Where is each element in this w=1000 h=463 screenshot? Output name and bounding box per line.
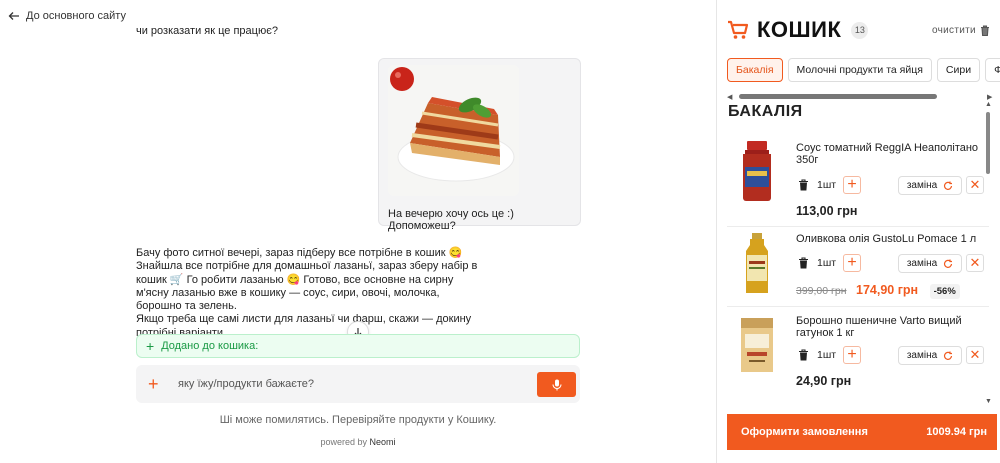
increase-button[interactable]: + (843, 176, 862, 194)
sale-price: 174,90 грн (856, 283, 919, 297)
old-price: 399,00 грн (796, 285, 847, 297)
quantity-stepper: 1шт + (796, 253, 862, 273)
powered-prefix: powered by (320, 437, 367, 447)
replace-button[interactable]: заміна (898, 176, 962, 195)
replace-button[interactable]: заміна (898, 254, 962, 273)
tab-dairy[interactable]: Молочні продукти та яйця (787, 58, 932, 82)
tab-bakaliia[interactable]: Бакалія (727, 58, 783, 82)
replace-label: заміна (906, 258, 938, 269)
added-notice-label: Додано до кошика: (161, 340, 259, 352)
chat-panel: До основного сайту чи розказати як це пр… (0, 0, 716, 463)
plus-icon: + (146, 338, 155, 354)
cart-count-badge: 13 (851, 21, 869, 39)
added-to-cart-notice[interactable]: + Додано до кошика: (136, 334, 580, 358)
clear-cart-button[interactable]: очистити (932, 25, 990, 36)
scroll-left-icon[interactable]: ◀ (727, 93, 732, 101)
remove-item-button[interactable]: ✕ (966, 176, 984, 194)
trash-icon[interactable] (796, 178, 810, 192)
cart-icon (728, 20, 749, 39)
bot-message-text: Бачу фото ситної вечері, зараз підберу в… (136, 247, 478, 339)
remove-item-button[interactable]: ✕ (966, 346, 984, 364)
increase-button[interactable]: + (843, 346, 862, 364)
powered-by: powered by Neomi (0, 437, 716, 447)
product-price: 113,00 грн (796, 204, 858, 218)
user-message-text: На вечерю хочу ось це :) Допоможеш? (388, 208, 514, 232)
powered-brand[interactable]: Neomi (370, 437, 396, 447)
product-name: Оливкова олія GustoLu Pomace 1 л (796, 233, 977, 245)
mic-icon (551, 379, 562, 390)
category-tabs: Бакалія Молочні продукти та яйця Сири Фр… (727, 58, 1000, 84)
disclaimer: Ші може помилятись. Перевіряйте продукти… (219, 414, 497, 426)
cart-panel: КОШИК 13 очистити Бакалія Молочні продук… (716, 0, 1000, 463)
checkout-label: Оформити замовлення (741, 426, 868, 438)
quantity-value: 1шт (817, 257, 837, 269)
discount-badge: -56% (929, 284, 960, 299)
mic-button[interactable] (537, 372, 576, 397)
increase-button[interactable]: + (843, 254, 862, 272)
trash-icon[interactable] (796, 256, 810, 270)
back-link-label: До основного сайту (26, 10, 126, 22)
category-title: БАКАЛІЯ (728, 103, 803, 120)
scrollbar-thumb[interactable] (739, 94, 937, 99)
tab-fruits[interactable]: Фрукти (985, 58, 1000, 82)
order-total: 1009.94 грн (926, 426, 987, 438)
divider (727, 226, 989, 227)
cart-header: КОШИК 13 (727, 17, 869, 43)
cart-title: КОШИК (757, 17, 842, 42)
bot-message: Бачу фото ситної вечері, зараз підберу в… (136, 247, 481, 340)
product-name: Соус томатний ReggIA Неаполітано 350г (796, 142, 979, 166)
checkout-button[interactable]: Оформити замовлення 1009.94 грн (727, 414, 997, 450)
refresh-icon (944, 351, 953, 360)
refresh-icon (944, 181, 953, 190)
clear-cart-label: очистити (932, 25, 976, 36)
quantity-value: 1шт (817, 349, 837, 361)
product-image (727, 138, 787, 204)
replace-label: заміна (906, 180, 938, 191)
chat-input[interactable] (178, 373, 528, 395)
refresh-icon (944, 259, 953, 268)
quantity-value: 1шт (817, 179, 837, 191)
trash-icon (980, 25, 989, 36)
product-image (727, 231, 787, 297)
scroll-up-icon[interactable]: ▲ (985, 101, 992, 108)
previous-message: чи розказати як це працює? (136, 25, 278, 37)
product-name: Борошно пшеничне Varto вищий гатунок 1 к… (796, 315, 962, 339)
lasagna-photo[interactable] (388, 65, 519, 196)
remove-item-button[interactable]: ✕ (966, 254, 984, 272)
tab-cheese[interactable]: Сири (936, 58, 981, 82)
divider (727, 306, 989, 307)
tabs-scrollbar[interactable]: ◀ ▶ (727, 93, 997, 101)
trash-icon[interactable] (796, 348, 810, 362)
scroll-down-icon[interactable]: ▼ (985, 398, 992, 405)
back-link[interactable]: До основного сайту (8, 10, 126, 22)
product-price-row: 399,00 грн 174,90 грн -56% (796, 283, 960, 299)
chat-input-bar: + (136, 365, 580, 403)
scroll-right-icon[interactable]: ▶ (987, 93, 992, 101)
arrow-left-icon (8, 12, 19, 20)
product-image (727, 311, 787, 377)
quantity-stepper: 1шт + (796, 345, 862, 365)
attach-plus-icon[interactable]: + (148, 375, 159, 393)
replace-button[interactable]: заміна (898, 346, 962, 365)
quantity-stepper: 1шт + (796, 175, 862, 195)
list-scrollbar[interactable] (986, 112, 990, 174)
replace-label: заміна (906, 350, 938, 361)
user-message-bubble: На вечерю хочу ось це :) Допоможеш? (378, 58, 581, 232)
product-price: 24,90 грн (796, 374, 852, 388)
